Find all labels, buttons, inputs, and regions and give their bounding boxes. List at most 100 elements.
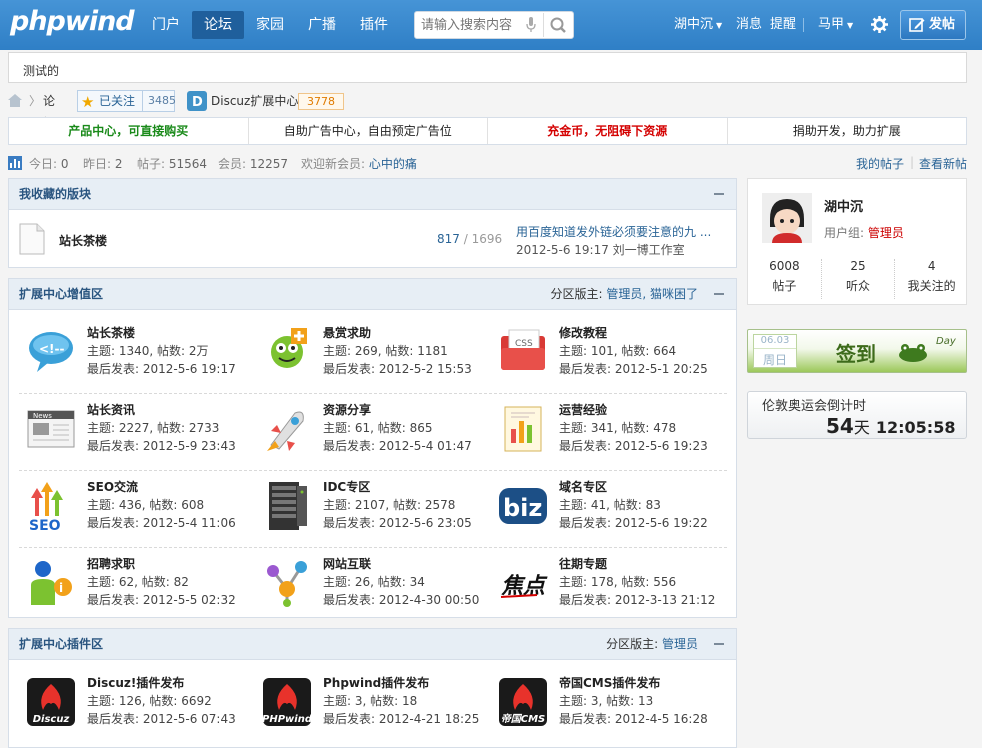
search-input[interactable] (421, 12, 526, 38)
fav-forum-link[interactable]: 站长茶楼 (59, 232, 107, 249)
nav-forum[interactable]: 论坛 (192, 11, 244, 39)
forum-item[interactable]: 焦点 往期专题 主题: 178, 帖数: 556 最后发表: 2012-3-13 21… (491, 555, 721, 619)
forum-item[interactable]: SEO SEO交流 主题: 436, 帖数: 608 最后发表: 2012-5-4 1… (19, 478, 249, 542)
forum-name-link[interactable]: 网站互联 (323, 555, 371, 572)
ad-link-products[interactable]: 产品中心，可直接购买 (9, 118, 249, 144)
discuz-logo-icon[interactable]: Discuz (25, 676, 77, 728)
css-folder-icon[interactable]: CSS (497, 326, 549, 378)
forum-item[interactable]: 运营经验 主题: 341, 帖数: 478 最后发表: 2012-5-6 19:23 (491, 401, 721, 465)
collapse-icon[interactable] (714, 293, 724, 295)
post-button[interactable]: 发帖 (900, 10, 966, 40)
fav-last-post-link[interactable]: 用百度知道发外链必须要注意的九 ... (516, 223, 721, 240)
forum-name-link[interactable]: IDC专区 (323, 478, 370, 495)
stats-posts: 帖子: 51564 (137, 157, 208, 171)
user-menu[interactable]: 湖中沉 ▼ (674, 0, 722, 50)
forum-name-link[interactable]: SEO交流 (87, 478, 138, 495)
forum-name-link[interactable]: 往期专题 (559, 555, 607, 572)
forum-item[interactable]: IDC专区 主题: 2107, 帖数: 2578 最后发表: 2012-5-6 23… (255, 478, 485, 542)
forum-last-post: 最后发表: 2012-5-6 19:22 (559, 516, 708, 530)
forum-item[interactable]: News 站长资讯 主题: 2227, 帖数: 2733 最后发表: 2012-5-9… (19, 401, 249, 465)
microphone-icon[interactable] (526, 17, 536, 33)
person-icon[interactable]: i (25, 557, 77, 609)
star-icon: ★ (81, 93, 95, 111)
group-link[interactable]: 管理员 (868, 226, 904, 240)
avatar[interactable] (762, 193, 812, 243)
gear-icon[interactable] (871, 16, 888, 33)
new-member-link[interactable]: 心中的痛 (369, 157, 417, 171)
helper-robot-icon[interactable] (261, 326, 313, 378)
profile-stat-fans[interactable]: 25 听众 (822, 259, 896, 299)
forum-item[interactable]: biz 域名专区 主题: 41, 帖数: 83 最后发表: 2012-5-6 19:2… (491, 478, 721, 542)
forum-last-post: 最后发表: 2012-5-4 11:06 (87, 516, 236, 530)
forum-item[interactable]: 帝国CMS 帝国CMS插件发布 主题: 3, 帖数: 13 最后发表: 2012-4-… (491, 674, 721, 738)
empirecms-logo-icon[interactable]: 帝国CMS (497, 676, 549, 728)
forum-item[interactable]: 悬赏求助 主题: 269, 帖数: 1181 最后发表: 2012-5-2 15:5… (255, 324, 485, 388)
ad-link-coins[interactable]: 充金币，无阻碍下资源 (488, 118, 728, 144)
forum-stats: 主题: 61, 帖数: 865 (323, 421, 433, 435)
moderator-links[interactable]: 管理员, 猫咪困了 (606, 287, 698, 301)
nav-home[interactable]: 家园 (244, 11, 296, 39)
panel-title: 扩展中心增值区 (19, 287, 104, 301)
nav-plugins[interactable]: 插件 (348, 11, 400, 39)
profile-stat-posts[interactable]: 6008 帖子 (748, 259, 822, 299)
report-chart-icon[interactable] (497, 403, 549, 455)
ad-text: 自助广告中心，自由预定广告位 (283, 124, 452, 138)
newspaper-icon[interactable]: News (25, 403, 77, 455)
forum-item[interactable]: PHPwind Phpwind插件发布 主题: 3, 帖数: 18 最后发表: 201… (255, 674, 485, 738)
forum-name-link[interactable]: 运营经验 (559, 401, 607, 418)
remind-link[interactable]: 提醒 (770, 0, 796, 50)
nav-broadcast[interactable]: 广播 (296, 11, 348, 39)
rocket-icon[interactable] (261, 403, 313, 455)
phpwind-logo-icon[interactable]: PHPwind (261, 676, 313, 728)
forum-item[interactable]: i 招聘求职 主题: 62, 帖数: 82 最后发表: 2012-5-5 02:32 (19, 555, 249, 619)
biz-domain-icon[interactable]: biz (497, 480, 549, 532)
forum-name-link[interactable]: 悬赏求助 (323, 324, 371, 341)
ad-links-bar: 产品中心，可直接购买 自助广告中心，自由预定广告位 充金币，无阻碍下资源 捐助开… (8, 117, 967, 145)
forum-name-link[interactable]: 修改教程 (559, 324, 607, 341)
search-button[interactable] (543, 13, 573, 37)
edit-icon (909, 18, 925, 32)
forum-name-link[interactable]: 招聘求职 (87, 555, 135, 572)
forum-name-link[interactable]: 域名专区 (559, 478, 607, 495)
ext-center-link[interactable]: Discuz扩展中心 (211, 90, 298, 112)
my-posts-link[interactable]: 我的帖子 (856, 155, 904, 172)
forum-name-link[interactable]: Discuz!插件发布 (87, 674, 184, 691)
view-new-posts-link[interactable]: 查看新帖 (919, 155, 967, 172)
seo-arrows-icon[interactable]: SEO (25, 480, 77, 534)
forum-name-link[interactable]: Phpwind插件发布 (323, 674, 429, 691)
forum-stats: 主题: 26, 帖数: 34 (323, 575, 425, 589)
messages-link[interactable]: 消息 (736, 0, 762, 50)
collapse-icon[interactable] (714, 643, 724, 645)
profile-stats: 6008 帖子 25 听众 4 我关注的 (748, 259, 968, 299)
forum-item[interactable]: 网站互联 主题: 26, 帖数: 34 最后发表: 2012-4-30 00:50 (255, 555, 485, 619)
forum-stats: 主题: 2107, 帖数: 2578 (323, 498, 456, 512)
forum-stats: 主题: 178, 帖数: 556 (559, 575, 677, 589)
home-icon[interactable] (8, 94, 22, 107)
focus-brush-icon[interactable]: 焦点 (497, 557, 549, 609)
ad-link-self-service[interactable]: 自助广告中心，自由预定广告位 (249, 118, 488, 144)
chat-bubble-icon[interactable]: <!-- (25, 326, 77, 378)
sign-in-button[interactable]: 06.03 周日 签到 Day (747, 329, 967, 373)
forum-name-link[interactable]: 帝国CMS插件发布 (559, 674, 660, 691)
nav-portal[interactable]: 门户 (140, 11, 192, 39)
network-nodes-icon[interactable] (261, 557, 313, 609)
alt-account-menu[interactable]: 马甲 ▼ (818, 0, 853, 50)
forum-name-link[interactable]: 资源分享 (323, 401, 371, 418)
forum-item[interactable]: <!-- 站长茶楼 主题: 1340, 帖数: 2万 最后发表: 2012-5-6 1… (19, 324, 249, 388)
ad-link-donate[interactable]: 捐助开发，助力扩展 (728, 118, 967, 144)
forum-item[interactable]: 资源分享 主题: 61, 帖数: 865 最后发表: 2012-5-4 01:47 (255, 401, 485, 465)
collapse-icon[interactable] (714, 193, 724, 195)
forum-name-link[interactable]: 站长资讯 (87, 401, 135, 418)
forum-stats: 主题: 1340, 帖数: 2万 (87, 344, 209, 358)
forum-name-link[interactable]: 站长茶楼 (87, 324, 135, 341)
forum-last-post: 最后发表: 2012-4-5 16:28 (559, 712, 708, 726)
olympics-countdown: 伦敦奥运会倒计时 54天 12:05:58 (747, 391, 967, 439)
site-logo[interactable]: phpwind (10, 6, 135, 37)
server-rack-icon[interactable] (261, 480, 313, 532)
profile-stat-following[interactable]: 4 我关注的 (895, 259, 968, 299)
profile-name[interactable]: 湖中沉 (824, 196, 863, 215)
moderator-links[interactable]: 管理员 (662, 637, 698, 651)
forum-item[interactable]: Discuz Discuz!插件发布 主题: 126, 帖数: 6692 最后发表: … (19, 674, 249, 738)
follow-button[interactable]: ★ 已关注 3485 (77, 90, 176, 112)
forum-item[interactable]: CSS 修改教程 主题: 101, 帖数: 664 最后发表: 2012-5-1 20… (491, 324, 721, 388)
